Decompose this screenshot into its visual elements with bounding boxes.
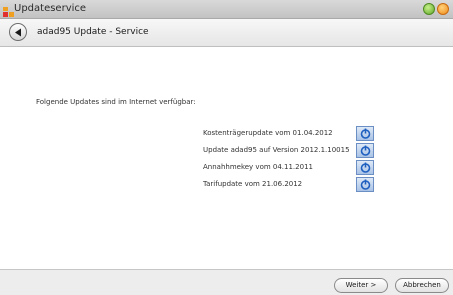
- power-download-icon: [360, 145, 371, 156]
- update-item-label: Update adad95 auf Version 2012.1.10015: [203, 146, 350, 154]
- arrow-left-icon: [15, 28, 21, 37]
- cancel-button[interactable]: Abbrechen: [395, 278, 449, 293]
- title-bar[interactable]: Updateservice: [0, 0, 453, 19]
- back-button[interactable]: [9, 23, 27, 41]
- minimize-button[interactable]: [423, 3, 435, 15]
- main-content: Folgende Updates sind im Internet verfüg…: [0, 47, 453, 269]
- update-window: Updateservice adad95 Update - Service Fo…: [0, 0, 453, 295]
- power-download-icon: [360, 162, 371, 173]
- page-title: adad95 Update - Service: [37, 27, 149, 37]
- power-download-icon: [360, 179, 371, 190]
- download-button[interactable]: [356, 177, 374, 192]
- window-title: Updateservice: [14, 3, 87, 14]
- power-download-icon: [360, 128, 371, 139]
- next-button[interactable]: Weiter >: [334, 278, 388, 293]
- header-bar: adad95 Update - Service: [0, 19, 453, 47]
- download-button[interactable]: [356, 143, 374, 158]
- update-item-label: Annahhmekey vom 04.11.2011: [203, 163, 313, 171]
- download-button[interactable]: [356, 126, 374, 141]
- download-button[interactable]: [356, 160, 374, 175]
- footer-bar: Weiter > Abbrechen: [0, 269, 453, 295]
- intro-text: Folgende Updates sind im Internet verfüg…: [36, 98, 196, 106]
- update-item-label: Tarifupdate vom 21.06.2012: [203, 180, 303, 188]
- close-button[interactable]: [437, 3, 449, 15]
- update-item-label: Kostenträgerupdate vom 01.04.2012: [203, 129, 333, 137]
